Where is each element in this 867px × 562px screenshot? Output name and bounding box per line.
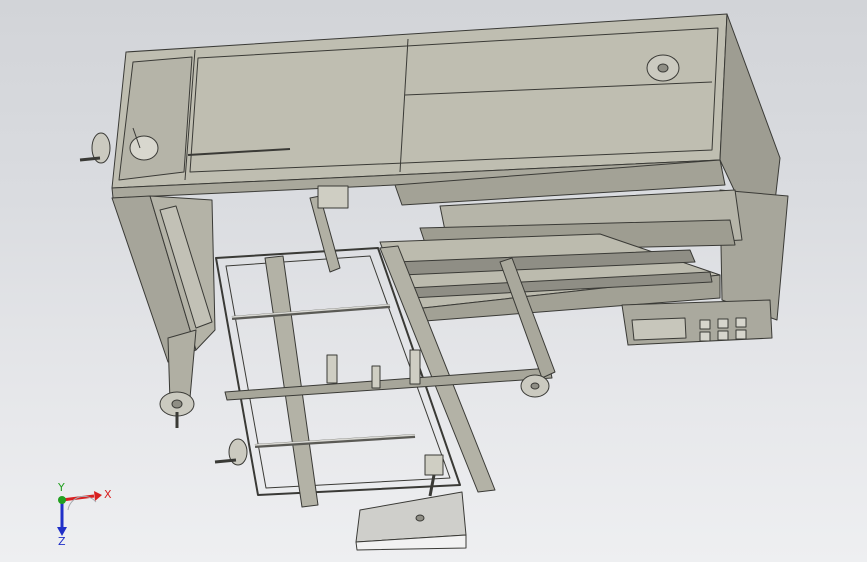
tray-shaft	[254, 434, 416, 448]
cad-model-view[interactable]	[0, 0, 867, 562]
bottom-clamp-rod	[428, 474, 436, 497]
clamp-block	[409, 349, 421, 385]
base-plate-top	[355, 491, 467, 543]
y-axis-arrow	[58, 496, 66, 504]
y-axis-label: Y	[58, 481, 65, 494]
tray-side-rail-left	[264, 255, 319, 508]
control-button[interactable]	[735, 317, 747, 328]
x-axis-label: X	[104, 488, 112, 501]
right-handwheel-hub	[530, 382, 540, 390]
clamp-block	[326, 354, 338, 384]
control-button[interactable]	[735, 329, 747, 340]
tray-shaft-highlight	[231, 304, 391, 318]
graphics-viewport[interactable]: X Y Z	[0, 0, 867, 562]
control-display	[631, 317, 687, 341]
axis-triad[interactable]: X Y Z	[40, 480, 120, 550]
base-plate-hole	[415, 514, 425, 522]
pneumatic-block	[317, 185, 349, 209]
left-handwheel-lower-hub	[171, 399, 183, 409]
left-slide-tube	[167, 329, 197, 403]
control-button[interactable]	[699, 319, 711, 330]
control-button[interactable]	[717, 318, 729, 329]
housing-handwheel-left-handle	[79, 156, 101, 162]
housing-handwheel-right-hub	[657, 63, 669, 73]
tray-handwheel-handle	[214, 458, 237, 464]
tray-shaft	[231, 304, 391, 320]
x-axis-arrowhead	[94, 491, 102, 501]
control-button[interactable]	[699, 331, 711, 342]
crossbar	[224, 367, 553, 401]
housing-dial-left[interactable]	[129, 135, 159, 161]
clamp-block	[371, 365, 381, 389]
tray-shaft-highlight	[254, 434, 416, 446]
z-axis-label: Z	[58, 535, 66, 548]
bottom-clamp	[424, 454, 444, 476]
control-button[interactable]	[717, 330, 729, 341]
